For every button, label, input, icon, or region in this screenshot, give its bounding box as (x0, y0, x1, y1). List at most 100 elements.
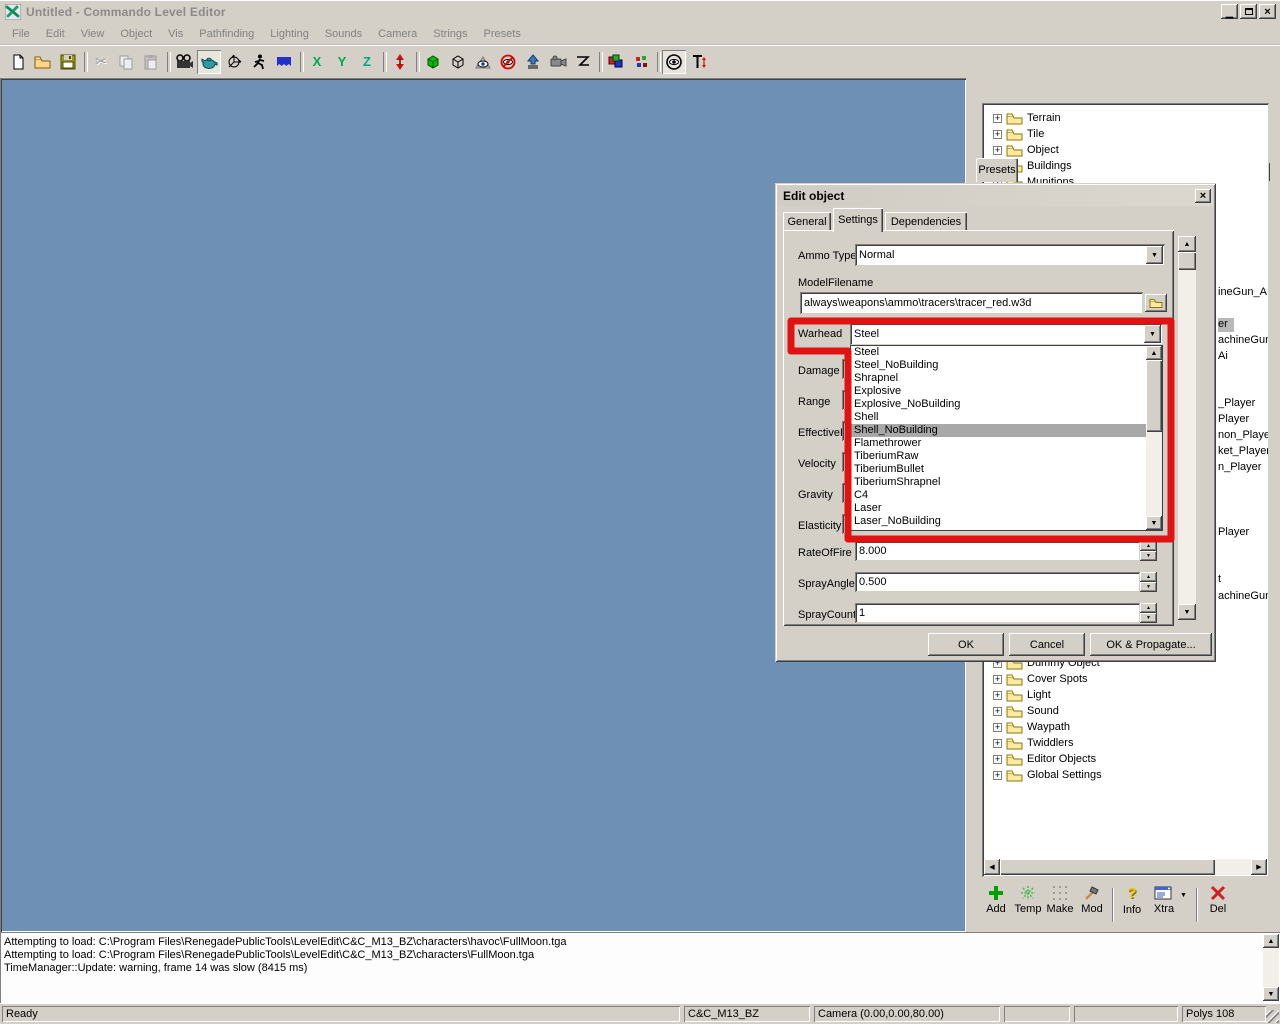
spray-count-spinner[interactable]: ▲▼ (1140, 603, 1157, 623)
expand-icon[interactable]: + (993, 739, 1002, 748)
del-button[interactable]: Del (1202, 885, 1234, 925)
tree-item[interactable]: + Twiddlers (985, 735, 1215, 751)
scroll-up-icon[interactable]: ▲ (1146, 346, 1162, 360)
combo-arrow-icon[interactable]: ▼ (1144, 325, 1161, 343)
scroll-down-icon[interactable]: ▼ (1263, 987, 1279, 1001)
wire-cube-icon[interactable] (446, 50, 470, 74)
dropdown-item[interactable]: TiberiumRaw (851, 450, 1146, 463)
eye-circle-icon[interactable] (662, 50, 686, 74)
side-camera-icon[interactable] (546, 50, 570, 74)
scrollbar-thumb[interactable] (1178, 252, 1196, 270)
expand-icon[interactable]: + (993, 707, 1002, 716)
menu-item[interactable]: Vis (160, 25, 191, 43)
flag-icon[interactable] (272, 50, 296, 74)
cancel-button[interactable]: Cancel (1009, 633, 1085, 656)
text-tool-icon[interactable] (687, 50, 711, 74)
log-scrollbar[interactable]: ▲ ▼ (1263, 934, 1279, 1001)
solid-cube-icon[interactable] (421, 50, 445, 74)
axis-z-icon[interactable]: Z (355, 50, 379, 74)
rate-of-fire-spinner[interactable]: ▲▼ (1140, 541, 1157, 561)
expand-icon[interactable]: + (993, 755, 1002, 764)
dropdown-item[interactable]: Explosive_NoBuilding (851, 398, 1146, 411)
ok-propagate-button[interactable]: OK & Propagate... (1090, 633, 1212, 656)
ammo-type-combobox[interactable]: Normal ▼ (855, 244, 1165, 266)
cut-icon[interactable]: ✂ (89, 50, 113, 74)
dropdown-item[interactable]: C4 (851, 489, 1146, 502)
dropdown-item[interactable]: TiberiumBullet (851, 463, 1146, 476)
menu-item[interactable]: Edit (38, 25, 73, 43)
copy-icon[interactable] (114, 50, 138, 74)
tree-item[interactable]: + Buildings (985, 158, 1215, 174)
dropdown-item[interactable]: Explosive (851, 385, 1146, 398)
eye-triangle-icon[interactable] (471, 50, 495, 74)
spin-up-icon[interactable]: ▲ (1140, 572, 1157, 582)
tree-item[interactable]: + Cover Spots (985, 671, 1215, 687)
output-log[interactable]: Attempting to load: C:\Program Files\Ren… (0, 932, 1280, 1003)
runner-icon[interactable] (247, 50, 271, 74)
add-button[interactable]: Add (980, 885, 1012, 925)
minimize-button[interactable]: ▁ (1221, 4, 1238, 19)
color-dots-icon[interactable] (629, 50, 653, 74)
scroll-up-icon[interactable]: ▲ (1178, 236, 1196, 252)
menu-item[interactable]: File (4, 25, 38, 43)
tree-item[interactable]: + Light (985, 687, 1215, 703)
browse-button[interactable] (1145, 294, 1167, 312)
raise-arrow-icon[interactable] (521, 50, 545, 74)
scrollbar-thumb[interactable] (1000, 859, 1215, 875)
dropdown-item[interactable]: Steel (851, 346, 1146, 359)
tree-item[interactable]: + Sound (985, 703, 1215, 719)
vertical-arrows-icon[interactable] (388, 50, 412, 74)
xtra-dropdown-icon[interactable]: ▼ (1180, 892, 1187, 899)
expand-icon[interactable]: + (993, 723, 1002, 732)
scroll-right-icon[interactable]: ▶ (1251, 859, 1267, 875)
info-button[interactable]: ? Info (1116, 885, 1148, 925)
temp-button[interactable]: Temp (1012, 885, 1044, 925)
title-bar[interactable]: Untitled - Commando Level Editor ▁ × (0, 0, 1280, 23)
menu-item[interactable]: Camera (370, 25, 425, 43)
spray-count-input[interactable]: 1 (855, 603, 1140, 623)
spin-up-icon[interactable]: ▲ (1140, 603, 1157, 613)
dropdown-item[interactable]: Steel_NoBuilding (851, 359, 1146, 372)
menu-item[interactable]: Lighting (262, 25, 317, 43)
maximize-button[interactable] (1240, 4, 1257, 19)
model-filename-input[interactable]: always\weapons\ammo\tracers\tracer_red.w… (800, 292, 1143, 314)
dialog-title-bar[interactable]: Edit object × (778, 186, 1213, 206)
menu-item[interactable]: Pathfinding (191, 25, 262, 43)
resize-grip[interactable] (1266, 1010, 1279, 1023)
scroll-down-icon[interactable]: ▼ (1146, 516, 1162, 530)
scroll-up-icon[interactable]: ▲ (1263, 934, 1279, 948)
spin-down-icon[interactable]: ▼ (1140, 613, 1157, 623)
axis-y-icon[interactable]: Y (330, 50, 354, 74)
scrollbar-thumb[interactable] (1146, 360, 1162, 432)
movie-camera-icon[interactable] (172, 50, 196, 74)
scroll-left-icon[interactable]: ◀ (984, 859, 1000, 875)
warhead-combobox[interactable]: Steel ▼ (850, 323, 1163, 345)
tree-item[interactable]: + Waypath (985, 719, 1215, 735)
dropdown-scrollbar[interactable]: ▲ ▼ (1146, 346, 1162, 530)
dropdown-item[interactable]: Laser (851, 502, 1146, 515)
menu-item[interactable]: Object (112, 25, 160, 43)
dropdown-item[interactable]: Shell_NoBuilding (851, 424, 1146, 437)
close-button[interactable]: × (1259, 4, 1276, 19)
axis-x-icon[interactable]: X (305, 50, 329, 74)
xtra-button[interactable]: Xtra (1148, 885, 1180, 925)
open-folder-icon[interactable] (31, 50, 55, 74)
warhead-dropdown-list[interactable]: SteelSteel_NoBuildingShrapnelExplosiveEx… (850, 345, 1163, 531)
menu-item[interactable]: Sounds (317, 25, 370, 43)
expand-icon[interactable]: + (993, 130, 1002, 139)
tree-item[interactable]: + Global Settings (985, 767, 1215, 783)
dropdown-item[interactable]: Shell (851, 411, 1146, 424)
dropdown-item[interactable]: Shrapnel (851, 372, 1146, 385)
expand-icon[interactable]: + (993, 114, 1002, 123)
expand-icon[interactable]: + (993, 691, 1002, 700)
menu-item[interactable]: View (73, 25, 113, 43)
save-icon[interactable] (56, 50, 80, 74)
teapot-icon[interactable] (197, 50, 221, 74)
dropdown-item[interactable]: TiberiumShrapnel (851, 476, 1146, 489)
spray-angle-input[interactable]: 0.500 (855, 572, 1140, 592)
dialog-close-button[interactable]: × (1195, 189, 1211, 203)
make-button[interactable]: Make (1044, 885, 1076, 925)
dialog-tab-settings[interactable]: Settings (833, 208, 883, 232)
expand-icon[interactable]: + (993, 771, 1002, 780)
tree-item[interactable]: + Editor Objects (985, 751, 1215, 767)
